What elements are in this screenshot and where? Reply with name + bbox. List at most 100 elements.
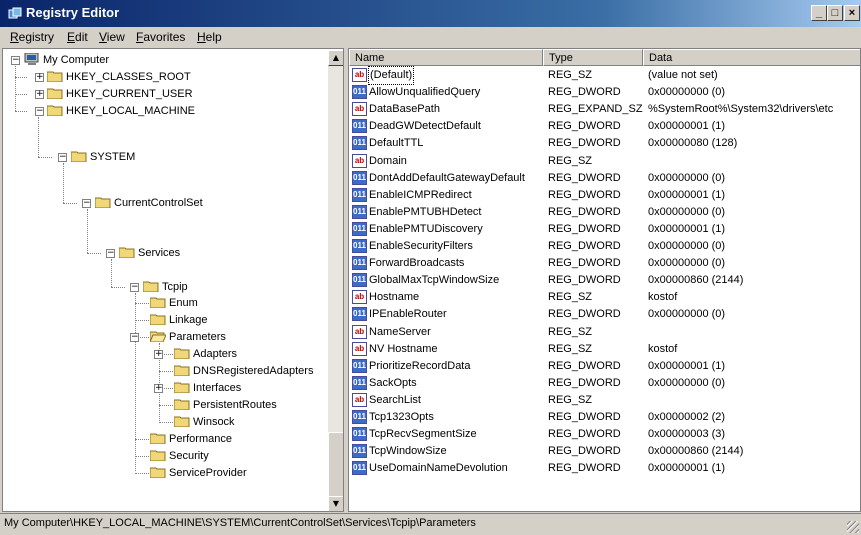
- value-data: 0x00000000 (0): [648, 171, 726, 184]
- tree-item-hkey-local-machine[interactable]: HKEY_LOCAL_MACHINE: [47, 103, 195, 119]
- menu-favorites[interactable]: Favorites: [136, 30, 185, 44]
- table-row[interactable]: 011 EnableSecurityFilters REG_DWORD 0x00000…: [349, 238, 860, 255]
- tree-connector: [38, 157, 52, 158]
- table-row[interactable]: 011 GlobalMaxTcpWindowSize REG_DWORD 0x0000…: [349, 272, 860, 289]
- menu-help[interactable]: Help: [197, 30, 222, 44]
- tree-item-services[interactable]: Services: [119, 245, 180, 261]
- collapse-toggle[interactable]: −: [106, 249, 115, 258]
- collapse-toggle[interactable]: −: [82, 199, 91, 208]
- table-row[interactable]: 011 ForwardBroadcasts REG_DWORD 0x00000000 …: [349, 255, 860, 272]
- value-data: (value not set): [648, 69, 718, 81]
- tree-item-serviceprovider[interactable]: ServiceProvider: [150, 465, 247, 481]
- collapse-toggle[interactable]: −: [58, 153, 67, 162]
- value-type: REG_SZ: [548, 154, 593, 167]
- tree-item-parameters[interactable]: Parameters: [150, 329, 226, 345]
- table-row[interactable]: 011 SackOpts REG_DWORD 0x00000000 (0): [349, 375, 860, 392]
- table-row[interactable]: ab DataBasePath REG_EXPAND_SZ %SystemRoot%\…: [349, 101, 860, 118]
- tree-item-my-computer[interactable]: My Computer: [24, 52, 109, 68]
- value-data: 0x00000001 (1): [648, 188, 726, 201]
- expand-toggle[interactable]: +: [35, 73, 44, 82]
- minimize-button[interactable]: _: [811, 5, 827, 21]
- folder-icon: [174, 365, 190, 376]
- string-value-icon: ab: [352, 68, 367, 82]
- table-row[interactable]: 011 TcpWindowSize REG_DWORD 0x00000860 (214…: [349, 443, 860, 460]
- table-row[interactable]: 011 AllowUnqualifiedQuery REG_DWORD 0x00000…: [349, 84, 860, 101]
- collapse-toggle[interactable]: −: [130, 333, 139, 342]
- value-name: (Default): [367, 66, 415, 85]
- collapse-toggle[interactable]: −: [35, 107, 44, 116]
- value-type: REG_SZ: [548, 69, 593, 81]
- value-name: GlobalMaxTcpWindowSize: [369, 274, 500, 287]
- tree-item-winsock[interactable]: Winsock: [174, 414, 235, 430]
- tree-item-hkey-current-user[interactable]: HKEY_CURRENT_USER: [47, 86, 193, 102]
- tree-item-enum[interactable]: Enum: [150, 295, 198, 311]
- scroll-down-arrow-icon[interactable]: ▼: [328, 496, 343, 511]
- column-header-type[interactable]: Type: [543, 49, 643, 66]
- table-row[interactable]: ab NV Hostname REG_SZ kostof: [349, 341, 860, 358]
- tree-connector: [111, 287, 125, 288]
- tree-connector: [63, 203, 77, 204]
- scroll-up-arrow-icon[interactable]: ▲: [328, 50, 343, 66]
- collapse-toggle[interactable]: −: [11, 56, 20, 65]
- value-type: REG_EXPAND_SZ: [548, 103, 643, 116]
- computer-icon: [24, 53, 39, 65]
- table-row[interactable]: ab Domain REG_SZ: [349, 153, 860, 170]
- tree-vertical-scrollbar[interactable]: ▲ ▼: [328, 50, 343, 511]
- table-row[interactable]: 011 EnablePMTUBHDetect REG_DWORD 0x00000000…: [349, 204, 860, 221]
- table-row[interactable]: ab NameServer REG_SZ: [349, 324, 860, 341]
- column-header-name[interactable]: Name: [349, 49, 543, 66]
- expand-toggle[interactable]: +: [35, 90, 44, 99]
- table-row[interactable]: ab (Default) REG_SZ (value not set): [349, 66, 860, 85]
- resize-grip-icon[interactable]: [847, 521, 859, 533]
- table-row[interactable]: 011 EnablePMTUDiscovery REG_DWORD 0x0000000…: [349, 221, 860, 238]
- values-list-pane[interactable]: Name Type Data ab (Default) REG_SZ (value n…: [348, 48, 861, 512]
- tree-item-currentcontrolset[interactable]: CurrentControlSet: [95, 195, 203, 211]
- table-row[interactable]: ab SearchList REG_SZ: [349, 392, 860, 409]
- tree-item-dnsregisteredadapters[interactable]: DNSRegisteredAdapters: [174, 363, 313, 379]
- tree-connector: [15, 61, 16, 111]
- key-tree-pane[interactable]: − My Computer + HKEY_CLASSES_ROOT + HKEY…: [2, 48, 344, 512]
- menu-registry[interactable]: Registry: [10, 30, 54, 44]
- collapse-toggle[interactable]: −: [130, 283, 139, 292]
- table-row[interactable]: ab Hostname REG_SZ kostof: [349, 289, 860, 306]
- table-row[interactable]: 011 TcpRecvSegmentSize REG_DWORD 0x00000003…: [349, 426, 860, 443]
- table-row[interactable]: 011 IPEnableRouter REG_DWORD 0x00000000 (0): [349, 306, 860, 323]
- tree-item-performance[interactable]: Performance: [150, 431, 232, 447]
- value-data: 0x00000000 (0): [648, 205, 726, 218]
- folder-icon: [174, 382, 190, 393]
- maximize-button[interactable]: □: [827, 5, 843, 21]
- value-type: REG_DWORD: [548, 376, 621, 389]
- value-name: DataBasePath: [369, 103, 440, 116]
- table-row[interactable]: 011 Tcp1323Opts REG_DWORD 0x00000002 (2): [349, 409, 860, 426]
- value-name: TcpRecvSegmentSize: [369, 428, 477, 441]
- column-header-data[interactable]: Data: [643, 49, 860, 66]
- expand-toggle[interactable]: +: [154, 350, 163, 359]
- tree-item-tcpip[interactable]: Tcpip: [143, 279, 188, 295]
- tree-connector: [63, 163, 64, 203]
- value-data: 0x00000000 (0): [648, 308, 726, 321]
- value-type: REG_DWORD: [548, 171, 621, 184]
- expand-toggle[interactable]: +: [154, 384, 163, 393]
- binary-value-icon: 011: [352, 256, 367, 271]
- menu-view[interactable]: View: [99, 30, 125, 44]
- tree-item-adapters[interactable]: Adapters: [174, 346, 237, 362]
- table-row[interactable]: 011 DefaultTTL REG_DWORD 0x00000080 (128): [349, 135, 860, 152]
- table-row[interactable]: 011 UseDomainNameDevolution REG_DWORD 0x000…: [349, 460, 860, 477]
- table-row[interactable]: 011 PrioritizeRecordData REG_DWORD 0x000000…: [349, 358, 860, 375]
- tree-item-hkey-classes-root[interactable]: HKEY_CLASSES_ROOT: [47, 69, 191, 85]
- close-button[interactable]: ×: [844, 5, 860, 21]
- list-header: Name Type Data: [349, 49, 860, 66]
- table-row[interactable]: 011 EnableICMPRedirect REG_DWORD 0x00000001…: [349, 187, 860, 204]
- tree-item-security[interactable]: Security: [150, 448, 209, 464]
- table-row[interactable]: 011 DontAddDefaultGatewayDefault REG_DWORD…: [349, 170, 860, 187]
- binary-value-icon: 011: [352, 358, 367, 373]
- folder-icon: [150, 467, 166, 478]
- menu-edit[interactable]: Edit: [67, 30, 88, 44]
- table-row[interactable]: 011 DeadGWDetectDefault REG_DWORD 0x0000000…: [349, 118, 860, 135]
- tree-item-persistentroutes[interactable]: PersistentRoutes: [174, 397, 277, 413]
- folder-icon: [150, 314, 166, 325]
- value-data: 0x00000001 (1): [648, 462, 726, 475]
- tree-item-system[interactable]: SYSTEM: [71, 149, 135, 165]
- tree-item-interfaces[interactable]: Interfaces: [174, 380, 241, 396]
- tree-item-linkage[interactable]: Linkage: [150, 312, 208, 328]
